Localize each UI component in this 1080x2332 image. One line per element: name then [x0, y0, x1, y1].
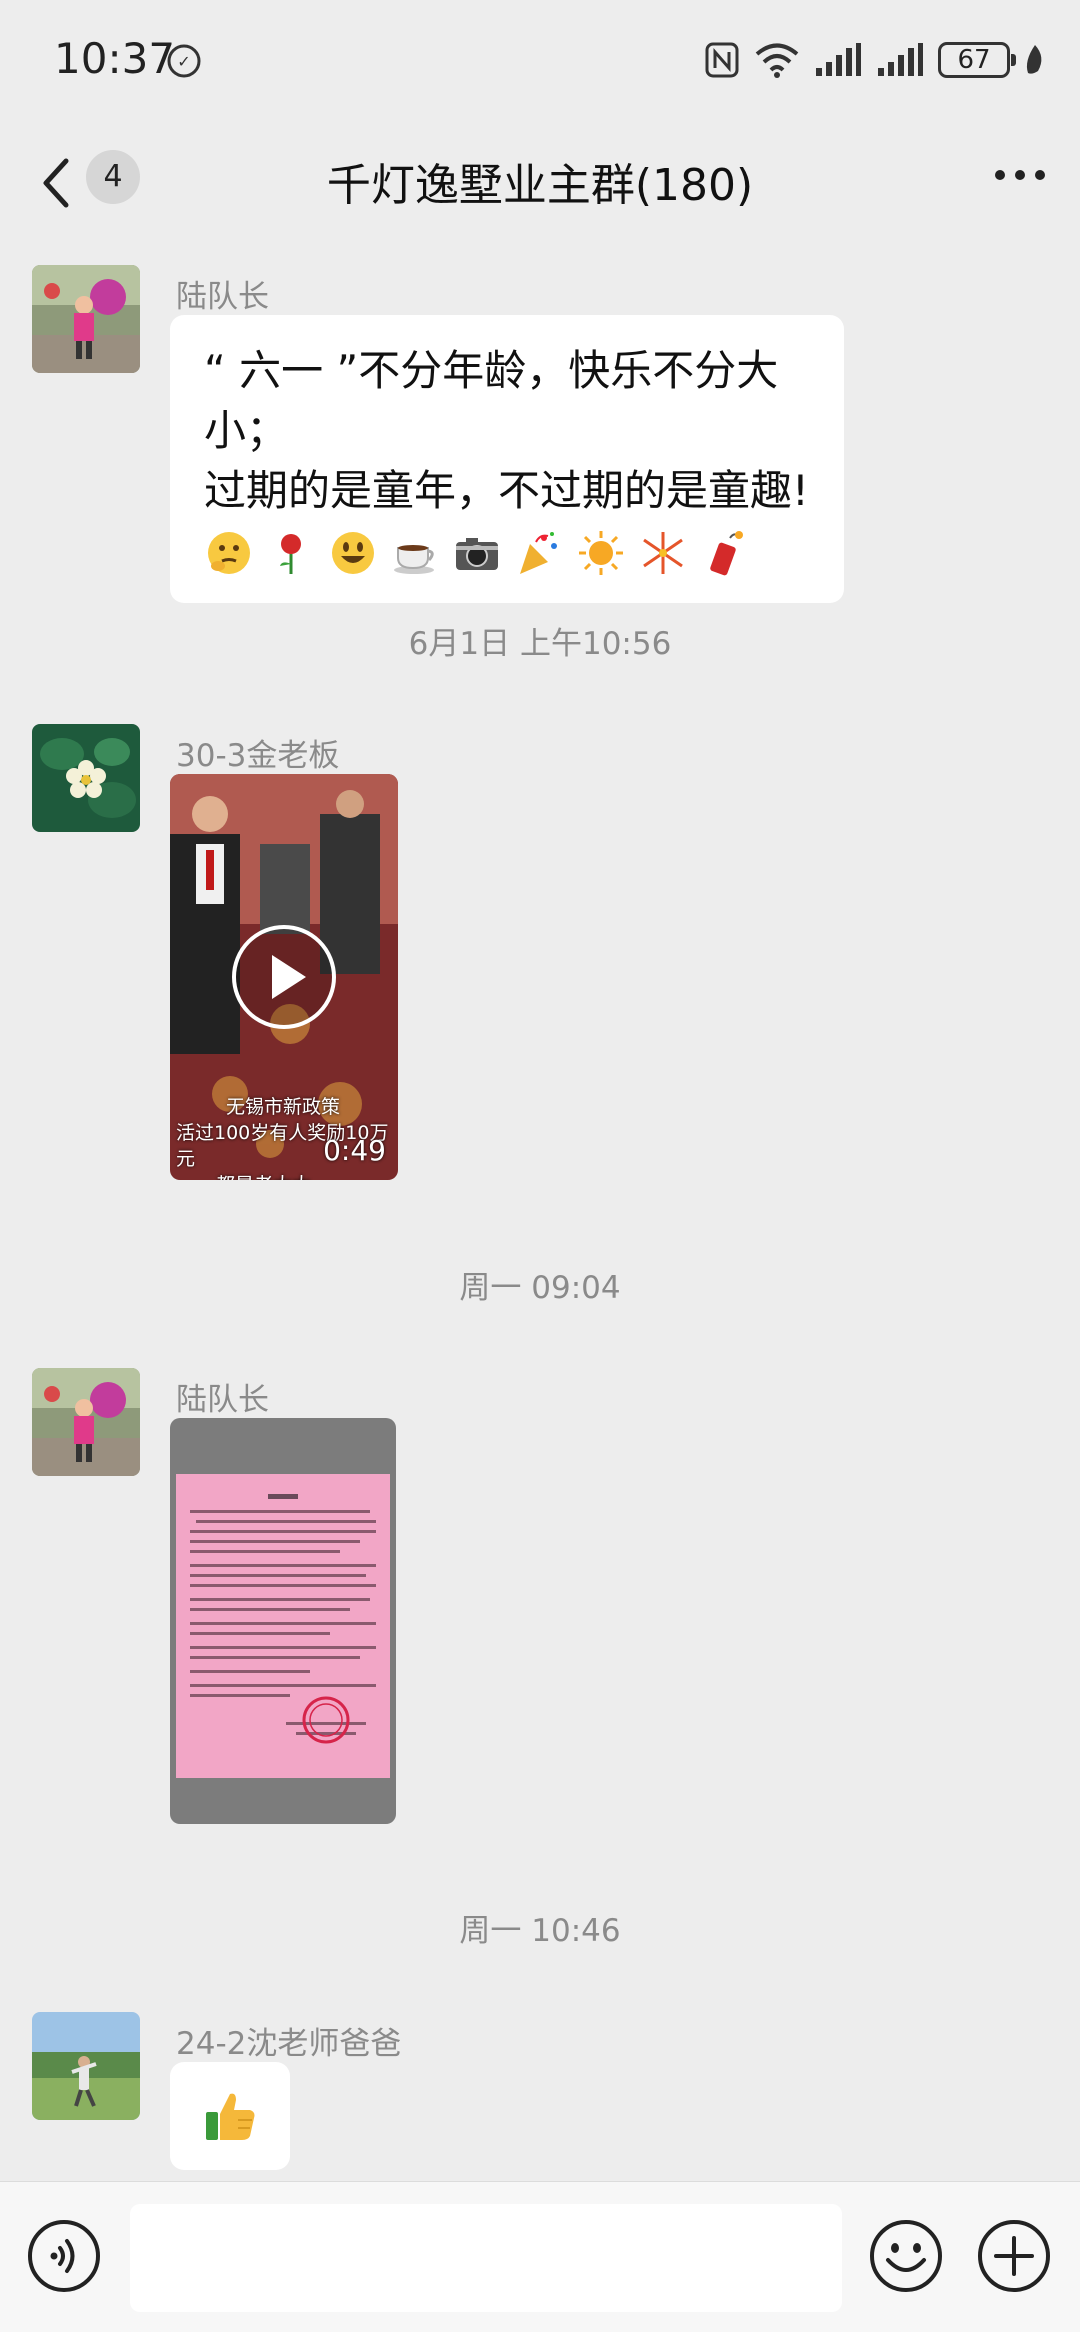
- sender-name: 30-3金老板: [176, 738, 340, 774]
- avatar[interactable]: [32, 1368, 140, 1476]
- play-icon[interactable]: [230, 923, 338, 1031]
- video-caption-line: 无锡市新政策: [226, 1096, 341, 1118]
- message-text-line: “ 六一 ”不分年龄，快乐不分大小；: [204, 346, 779, 455]
- battery-level: 67: [957, 45, 991, 75]
- fireworks-emoji-icon: [643, 532, 683, 574]
- svg-text:✓: ✓: [177, 52, 190, 71]
- battery-icon: 67: [938, 42, 1016, 78]
- leaf-icon: [1026, 45, 1042, 74]
- text-message-bubble[interactable]: “ 六一 ”不分年龄，快乐不分大小； 过期的是童年，不过期的是童趣!: [170, 315, 844, 603]
- thumbs-up-emoji-icon: [206, 2093, 255, 2140]
- message-item: 24-2沈老师爸爸: [0, 2012, 1080, 2172]
- avatar[interactable]: [32, 265, 140, 373]
- video-caption-line: 都是老太太: [176, 1172, 392, 1180]
- sender-name: 陆队长: [176, 279, 269, 315]
- message-item: 30-3金老板 无锡市新政策 活过100岁有人奖励10万元 都是老太太: [0, 724, 1080, 1184]
- timestamp: 周一 10:46: [459, 1913, 621, 1949]
- sender-name: 24-2沈老师爸爸: [176, 2026, 402, 2062]
- avatar[interactable]: [32, 2012, 140, 2120]
- emoji-message-bubble[interactable]: [170, 2062, 290, 2170]
- message-text-line: 过期的是童年，不过期的是童趣!: [204, 466, 809, 515]
- pink-notice-document: [176, 1474, 390, 1778]
- clock-badge-icon: ✓: [167, 44, 201, 78]
- avatar-image: [32, 2012, 140, 2120]
- message-input[interactable]: [130, 2204, 842, 2312]
- video-message[interactable]: 无锡市新政策 活过100岁有人奖励10万元 都是老太太 0:49: [170, 774, 398, 1180]
- emoji-picker-icon[interactable]: [868, 2218, 944, 2294]
- avatar-image: [32, 265, 140, 373]
- more-functions-plus-icon[interactable]: [976, 2218, 1052, 2294]
- rose-emoji-icon: [280, 534, 301, 574]
- chat-header: 4 千灯逸墅业主群(180): [0, 125, 1080, 240]
- thinking-face-emoji-icon: [208, 532, 250, 574]
- avatar-image: [32, 724, 140, 832]
- chat-title: 千灯逸墅业主群(180): [326, 160, 754, 211]
- sun-emoji-icon: [579, 531, 623, 575]
- status-bar: 10:37 ✓ 67: [0, 0, 1080, 125]
- voice-input-icon[interactable]: [26, 2218, 102, 2294]
- avatar[interactable]: [32, 724, 140, 832]
- emoji-row: [204, 525, 810, 581]
- signal-icon: [816, 43, 861, 76]
- sender-name: 陆队长: [176, 1382, 269, 1418]
- document-text-lines: [190, 1494, 376, 1744]
- chat-input-bar: [0, 2181, 1080, 2332]
- video-duration: 0:49: [323, 1134, 386, 1167]
- message-item: 陆队长 “ 六一 ”不分年龄，快乐不分大小； 过期的是童年，不过期的是童趣!: [0, 265, 1080, 603]
- more-options-icon[interactable]: [992, 165, 1048, 185]
- avatar-image: [32, 1368, 140, 1476]
- coffee-emoji-icon: [394, 545, 434, 574]
- image-message[interactable]: [170, 1418, 396, 1824]
- smiley-emoji-icon: [332, 532, 374, 574]
- status-time: 10:37: [54, 34, 176, 83]
- status-icons: 67: [704, 36, 1046, 84]
- wifi-icon: [755, 43, 799, 78]
- nfc-icon: [705, 42, 739, 78]
- camera-emoji-icon: [456, 538, 498, 570]
- timestamp: 周一 09:04: [459, 1270, 621, 1306]
- party-popper-emoji-icon: [520, 532, 557, 574]
- signal-icon: [878, 43, 923, 76]
- message-item: 陆队长: [0, 1368, 1080, 1828]
- timestamp: 6月1日 上午10:56: [408, 626, 672, 662]
- firecracker-emoji-icon: [710, 531, 743, 576]
